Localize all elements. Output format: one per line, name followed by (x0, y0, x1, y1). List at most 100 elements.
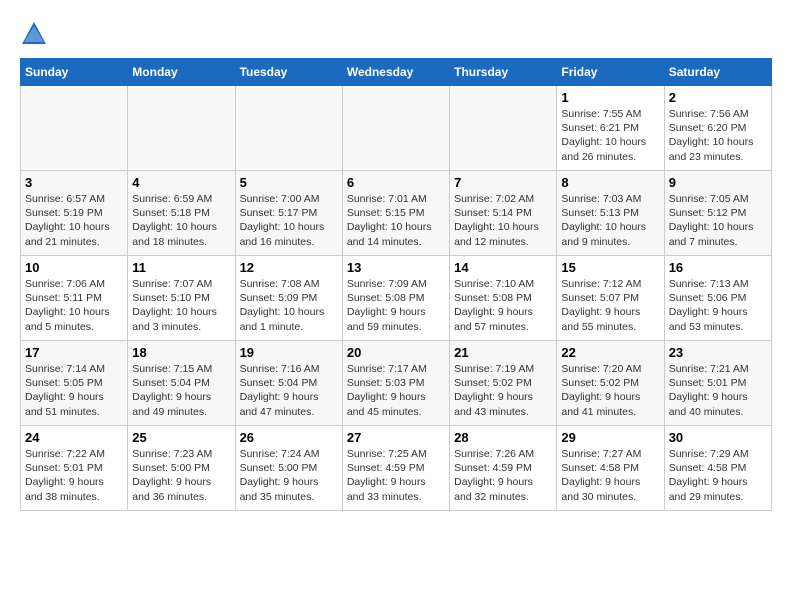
calendar-day-cell: 20 Sunrise: 7:17 AM Sunset: 5:03 PM Dayli… (342, 341, 449, 426)
calendar-day-cell: 14Sunrise: 7:10 AM Sunset: 5:08 PM Dayli… (450, 256, 557, 341)
day-info: Sunrise: 7:20 AM Sunset: 5:02 PM Dayligh… (561, 362, 659, 419)
day-info: Sunrise: 7:23 AM Sunset: 5:00 PM Dayligh… (132, 447, 230, 504)
day-number: 6 (347, 175, 445, 190)
day-number: 22 (561, 345, 659, 360)
day-info: Sunrise: 7:19 AM Sunset: 5:02 PM Dayligh… (454, 362, 552, 419)
day-info: Sunrise: 7:56 AM Sunset: 6:20 PM Dayligh… (669, 107, 767, 164)
page-header (20, 20, 772, 48)
calendar-day-cell (21, 86, 128, 171)
day-info: Sunrise: 7:00 AM Sunset: 5:17 PM Dayligh… (240, 192, 338, 249)
calendar-day-cell (235, 86, 342, 171)
day-info: Sunrise: 7:14 AM Sunset: 5:05 PM Dayligh… (25, 362, 123, 419)
day-info: Sunrise: 7:07 AM Sunset: 5:10 PM Dayligh… (132, 277, 230, 334)
day-of-week-header: Wednesday (342, 59, 449, 86)
day-number: 13 (347, 260, 445, 275)
day-number: 12 (240, 260, 338, 275)
day-of-week-header: Saturday (664, 59, 771, 86)
calendar-day-cell: 21 Sunrise: 7:19 AM Sunset: 5:02 PM Dayli… (450, 341, 557, 426)
day-number: 2 (669, 90, 767, 105)
day-info: Sunrise: 7:55 AM Sunset: 6:21 PM Dayligh… (561, 107, 659, 164)
calendar-day-cell: 8 Sunrise: 7:03 AM Sunset: 5:13 PM Daylig… (557, 171, 664, 256)
calendar-week-row: 24Sunrise: 7:22 AM Sunset: 5:01 PM Dayli… (21, 426, 772, 511)
day-of-week-header: Thursday (450, 59, 557, 86)
day-of-week-header: Sunday (21, 59, 128, 86)
day-info: Sunrise: 7:05 AM Sunset: 5:12 PM Dayligh… (669, 192, 767, 249)
day-of-week-header: Tuesday (235, 59, 342, 86)
day-info: Sunrise: 7:06 AM Sunset: 5:11 PM Dayligh… (25, 277, 123, 334)
day-info: Sunrise: 7:24 AM Sunset: 5:00 PM Dayligh… (240, 447, 338, 504)
calendar-day-cell (128, 86, 235, 171)
calendar-day-cell: 28Sunrise: 7:26 AM Sunset: 4:59 PM Dayli… (450, 426, 557, 511)
calendar-day-cell: 6Sunrise: 7:01 AM Sunset: 5:15 PM Daylig… (342, 171, 449, 256)
calendar-day-cell: 15 Sunrise: 7:12 AM Sunset: 5:07 PM Dayli… (557, 256, 664, 341)
day-info: Sunrise: 7:03 AM Sunset: 5:13 PM Dayligh… (561, 192, 659, 249)
day-number: 21 (454, 345, 552, 360)
day-info: Sunrise: 7:13 AM Sunset: 5:06 PM Dayligh… (669, 277, 767, 334)
day-info: Sunrise: 7:09 AM Sunset: 5:08 PM Dayligh… (347, 277, 445, 334)
logo-icon (20, 20, 48, 48)
day-info: Sunrise: 7:16 AM Sunset: 5:04 PM Dayligh… (240, 362, 338, 419)
calendar-day-cell: 3 Sunrise: 6:57 AM Sunset: 5:19 PM Daylig… (21, 171, 128, 256)
calendar-day-cell: 30 Sunrise: 7:29 AM Sunset: 4:58 PM Dayli… (664, 426, 771, 511)
day-number: 15 (561, 260, 659, 275)
calendar-day-cell: 4 Sunrise: 6:59 AM Sunset: 5:18 PM Daylig… (128, 171, 235, 256)
day-number: 25 (132, 430, 230, 445)
calendar-week-row: 1 Sunrise: 7:55 AM Sunset: 6:21 PM Daylig… (21, 86, 772, 171)
calendar-week-row: 3 Sunrise: 6:57 AM Sunset: 5:19 PM Daylig… (21, 171, 772, 256)
day-number: 8 (561, 175, 659, 190)
calendar-day-cell: 5 Sunrise: 7:00 AM Sunset: 5:17 PM Daylig… (235, 171, 342, 256)
calendar-day-cell: 18Sunrise: 7:15 AM Sunset: 5:04 PM Dayli… (128, 341, 235, 426)
calendar-day-cell: 12 Sunrise: 7:08 AM Sunset: 5:09 PM Dayli… (235, 256, 342, 341)
calendar-table: SundayMondayTuesdayWednesdayThursdayFrid… (20, 58, 772, 511)
calendar-day-cell: 1 Sunrise: 7:55 AM Sunset: 6:21 PM Daylig… (557, 86, 664, 171)
calendar-day-cell (342, 86, 449, 171)
day-number: 20 (347, 345, 445, 360)
day-of-week-header: Friday (557, 59, 664, 86)
day-number: 27 (347, 430, 445, 445)
calendar-day-cell: 17 Sunrise: 7:14 AM Sunset: 5:05 PM Dayli… (21, 341, 128, 426)
day-info: Sunrise: 7:29 AM Sunset: 4:58 PM Dayligh… (669, 447, 767, 504)
day-number: 16 (669, 260, 767, 275)
calendar-day-cell: 7 Sunrise: 7:02 AM Sunset: 5:14 PM Daylig… (450, 171, 557, 256)
day-info: Sunrise: 6:57 AM Sunset: 5:19 PM Dayligh… (25, 192, 123, 249)
calendar-day-cell: 10Sunrise: 7:06 AM Sunset: 5:11 PM Dayli… (21, 256, 128, 341)
day-number: 14 (454, 260, 552, 275)
day-info: Sunrise: 7:08 AM Sunset: 5:09 PM Dayligh… (240, 277, 338, 334)
calendar-week-row: 17 Sunrise: 7:14 AM Sunset: 5:05 PM Dayli… (21, 341, 772, 426)
calendar-header-row: SundayMondayTuesdayWednesdayThursdayFrid… (21, 59, 772, 86)
day-number: 3 (25, 175, 123, 190)
calendar-day-cell: 24Sunrise: 7:22 AM Sunset: 5:01 PM Dayli… (21, 426, 128, 511)
day-number: 19 (240, 345, 338, 360)
calendar-day-cell: 2 Sunrise: 7:56 AM Sunset: 6:20 PM Daylig… (664, 86, 771, 171)
day-info: Sunrise: 7:02 AM Sunset: 5:14 PM Dayligh… (454, 192, 552, 249)
day-number: 11 (132, 260, 230, 275)
calendar-day-cell: 26 Sunrise: 7:24 AM Sunset: 5:00 PM Dayli… (235, 426, 342, 511)
day-number: 28 (454, 430, 552, 445)
day-info: Sunrise: 7:21 AM Sunset: 5:01 PM Dayligh… (669, 362, 767, 419)
day-info: Sunrise: 6:59 AM Sunset: 5:18 PM Dayligh… (132, 192, 230, 249)
day-info: Sunrise: 7:15 AM Sunset: 5:04 PM Dayligh… (132, 362, 230, 419)
calendar-day-cell: 27 Sunrise: 7:25 AM Sunset: 4:59 PM Dayli… (342, 426, 449, 511)
day-number: 7 (454, 175, 552, 190)
day-number: 9 (669, 175, 767, 190)
calendar-day-cell: 16 Sunrise: 7:13 AM Sunset: 5:06 PM Dayli… (664, 256, 771, 341)
day-number: 17 (25, 345, 123, 360)
calendar-day-cell: 22 Sunrise: 7:20 AM Sunset: 5:02 PM Dayli… (557, 341, 664, 426)
day-number: 4 (132, 175, 230, 190)
day-info: Sunrise: 7:25 AM Sunset: 4:59 PM Dayligh… (347, 447, 445, 504)
day-info: Sunrise: 7:12 AM Sunset: 5:07 PM Dayligh… (561, 277, 659, 334)
calendar-day-cell: 29 Sunrise: 7:27 AM Sunset: 4:58 PM Dayli… (557, 426, 664, 511)
calendar-day-cell (450, 86, 557, 171)
calendar-day-cell: 19 Sunrise: 7:16 AM Sunset: 5:04 PM Dayli… (235, 341, 342, 426)
day-info: Sunrise: 7:27 AM Sunset: 4:58 PM Dayligh… (561, 447, 659, 504)
day-number: 5 (240, 175, 338, 190)
day-number: 29 (561, 430, 659, 445)
day-info: Sunrise: 7:22 AM Sunset: 5:01 PM Dayligh… (25, 447, 123, 504)
day-number: 26 (240, 430, 338, 445)
calendar-week-row: 10Sunrise: 7:06 AM Sunset: 5:11 PM Dayli… (21, 256, 772, 341)
day-number: 30 (669, 430, 767, 445)
day-info: Sunrise: 7:17 AM Sunset: 5:03 PM Dayligh… (347, 362, 445, 419)
calendar-day-cell: 23Sunrise: 7:21 AM Sunset: 5:01 PM Dayli… (664, 341, 771, 426)
logo (20, 20, 52, 48)
day-number: 1 (561, 90, 659, 105)
